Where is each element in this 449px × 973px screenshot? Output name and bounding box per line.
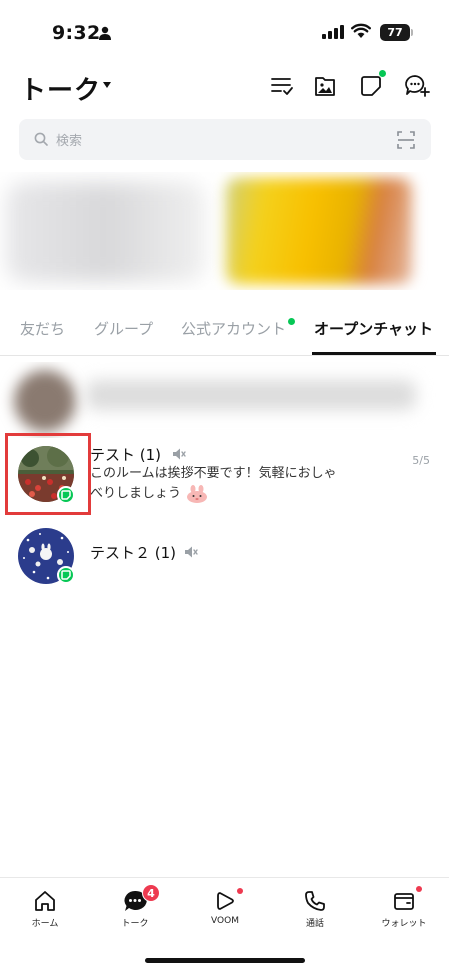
wallet-icon [391,888,417,914]
signal-icon [322,25,344,39]
edit-list-icon[interactable] [268,72,296,100]
status-bar: 9:32 77 [0,0,449,62]
voom-dot [237,888,243,894]
tab-groups[interactable]: グループ [94,318,153,339]
home-icon [32,888,58,914]
search-placeholder: 検索 [56,134,83,149]
page-title[interactable]: トーク [20,70,101,107]
tab-openchat[interactable]: オープンチャット [314,318,433,339]
search-icon [34,132,48,146]
album-icon[interactable] [311,72,339,100]
nav-home[interactable]: ホーム [0,878,90,938]
blurred-text [86,380,416,410]
new-indicator-dot [379,70,386,77]
nav-label: トーク [121,919,149,929]
nav-call[interactable]: 通話 [270,878,360,938]
list-item[interactable] [0,362,449,438]
chat-row-test-2[interactable]: テスト２ (1) [0,518,449,600]
nav-label: ホーム [31,919,59,929]
new-chat-icon[interactable] [403,72,431,100]
openchat-badge-icon [57,566,75,584]
chat-preview: このルームは挨拶不要です！気軽におしゃべりしましょう [90,464,340,504]
tab-friends[interactable]: 友だち [20,318,65,339]
chat-preview-text: このルームは挨拶不要です！気軽におしゃべりしましょう [90,466,337,501]
home-indicator[interactable] [145,958,305,963]
highlight-box [5,433,91,515]
promo-banner[interactable] [0,172,449,290]
battery-tip [411,29,413,36]
nav-talk[interactable]: 4 トーク [90,878,180,938]
mute-icon [185,546,198,558]
unread-badge: 4 [142,884,160,902]
battery-icon: 77 [380,24,410,41]
banner-image-right [226,178,412,284]
wifi-icon [351,23,371,38]
search-input[interactable]: 検索 [19,119,431,160]
mute-icon [173,448,186,460]
official-accounts-dot [288,318,295,325]
voom-icon [212,888,238,914]
header: トーク [0,66,449,110]
nav-wallet[interactable]: ウォレット [359,878,449,938]
nav-label: 通話 [305,919,324,929]
chat-name: テスト (1) [90,446,162,464]
rabbit-emoji-icon [187,484,208,503]
wallet-dot [416,886,422,892]
active-tab-indicator [312,352,436,355]
qr-scan-icon[interactable] [397,131,415,149]
status-time: 9:32 [52,22,101,44]
tab-official-accounts[interactable]: 公式アカウント [181,318,286,339]
voom-story-icon[interactable] [357,70,386,100]
nav-label: ウォレット [381,919,427,929]
phone-icon [302,888,328,914]
nav-label: VOOM [211,916,239,926]
nav-voom[interactable]: VOOM [180,878,270,938]
member-count: 5/5 [412,454,430,467]
chat-name: テスト２ (1) [90,544,177,562]
chevron-down-icon[interactable] [103,82,111,88]
avatar [14,370,76,432]
banner-image-left [6,182,206,282]
person-icon [99,26,111,40]
tab-bar: 友だち グループ 公式アカウント オープンチャット [0,300,449,356]
